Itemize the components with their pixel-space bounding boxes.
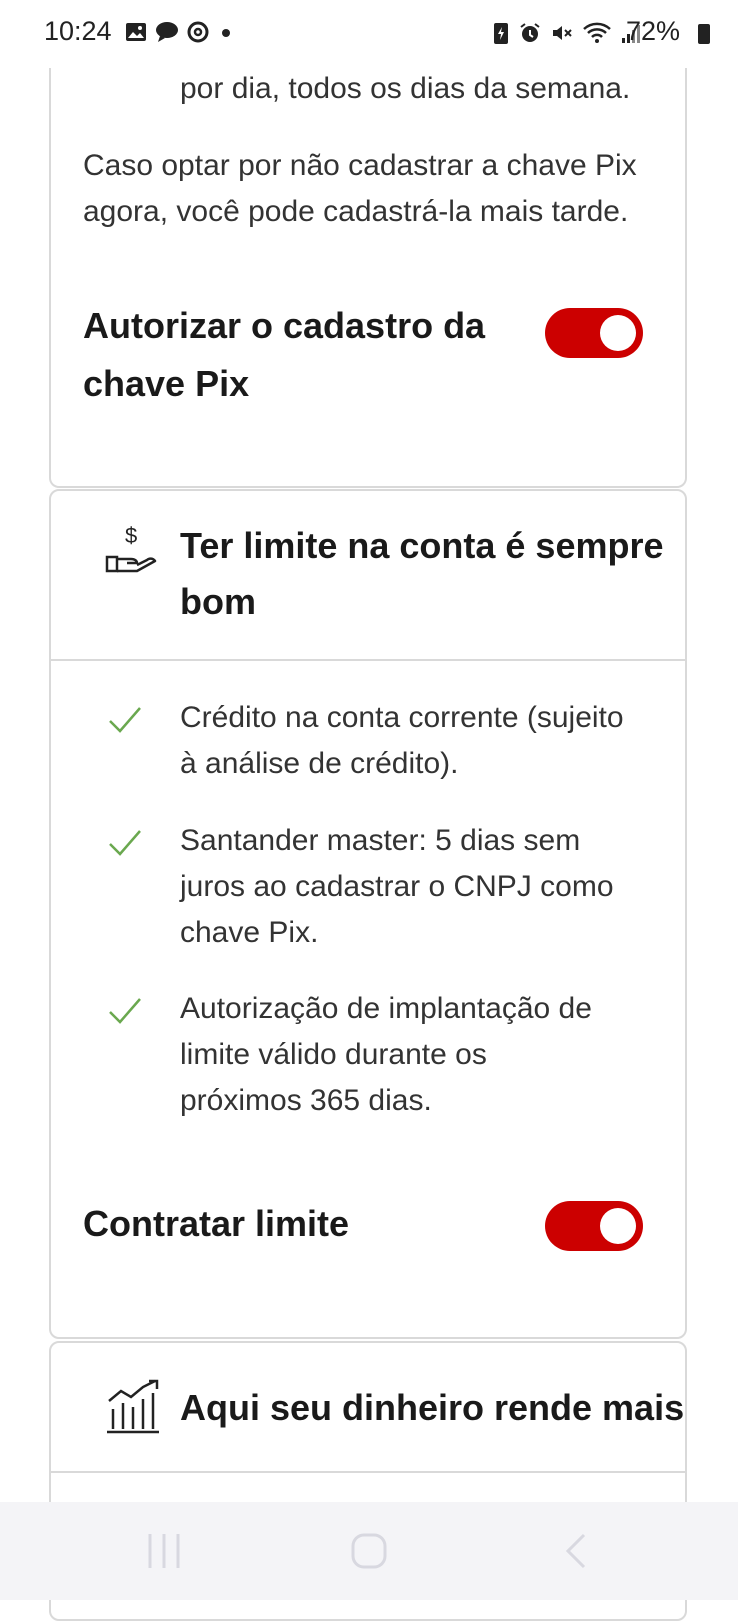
limit-title-line1: Ter limite na conta é sempre xyxy=(180,525,664,566)
back-icon[interactable] xyxy=(562,1532,590,1570)
check-icon xyxy=(109,830,141,856)
limit-item-1-line2: à análise de crédito). xyxy=(180,747,459,780)
hand-money-icon: $ xyxy=(105,523,157,573)
status-time: 10:24 xyxy=(44,16,112,46)
limit-item-3-line1: Autorização de implantação de xyxy=(180,992,592,1025)
invest-divider xyxy=(51,1471,685,1473)
pix-partial-text: por dia, todos os dias da semana. xyxy=(180,72,631,105)
gallery-icon xyxy=(126,23,146,41)
navigation-bar xyxy=(0,1502,738,1600)
dot-icon xyxy=(222,29,230,37)
limit-item-2-line2: juros ao cadastrar o CNPJ como xyxy=(180,870,614,903)
limit-item-2-line1: Santander master: 5 dias sem xyxy=(180,824,581,857)
chart-growth-icon xyxy=(107,1379,159,1434)
alarm-icon xyxy=(520,23,540,42)
pix-info-line1: Caso optar por não cadastrar a chave Pix xyxy=(83,149,637,182)
pix-toggle-label-line2: chave Pix xyxy=(83,363,250,404)
battery-icon xyxy=(698,24,710,44)
toggle-knob xyxy=(600,315,636,351)
limit-item-3-line3: próximos 365 dias. xyxy=(180,1084,432,1117)
pix-info-line2: agora, você pode cadastrá-la mais tarde. xyxy=(83,195,629,228)
check-icon xyxy=(109,998,141,1024)
svg-text:$: $ xyxy=(125,523,137,548)
limit-toggle-label: Contratar limite xyxy=(83,1203,350,1244)
home-icon[interactable] xyxy=(350,1532,388,1570)
mute-icon xyxy=(553,26,572,40)
limit-divider xyxy=(51,659,685,661)
pix-card: por dia, todos os dias da semana. Caso o… xyxy=(49,40,687,488)
status-bar: 10:24 72% xyxy=(0,0,738,68)
limit-toggle[interactable] xyxy=(545,1201,643,1251)
limit-title-line2: bom xyxy=(180,581,256,622)
battery-percent: 72% xyxy=(625,16,680,46)
recent-apps-icon[interactable] xyxy=(146,1532,182,1570)
threads-icon xyxy=(187,21,209,43)
check-icon xyxy=(109,707,141,733)
limit-item-2-line3: chave Pix. xyxy=(180,916,319,949)
limit-item-1-line1: Crédito na conta corrente (sujeito xyxy=(180,701,624,734)
chat-icon xyxy=(156,22,178,42)
limit-card: $ Ter limite na conta é sempre bom Crédi… xyxy=(49,489,687,1339)
battery-saver-icon xyxy=(494,23,508,44)
pix-toggle-label-line1: Autorizar o cadastro da xyxy=(83,305,486,346)
invest-title: Aqui seu dinheiro rende mais xyxy=(180,1387,685,1428)
pix-toggle[interactable] xyxy=(545,308,643,358)
toggle-knob xyxy=(600,1208,636,1244)
wifi-icon xyxy=(583,22,611,43)
limit-item-3-line2: limite válido durante os xyxy=(180,1038,487,1071)
